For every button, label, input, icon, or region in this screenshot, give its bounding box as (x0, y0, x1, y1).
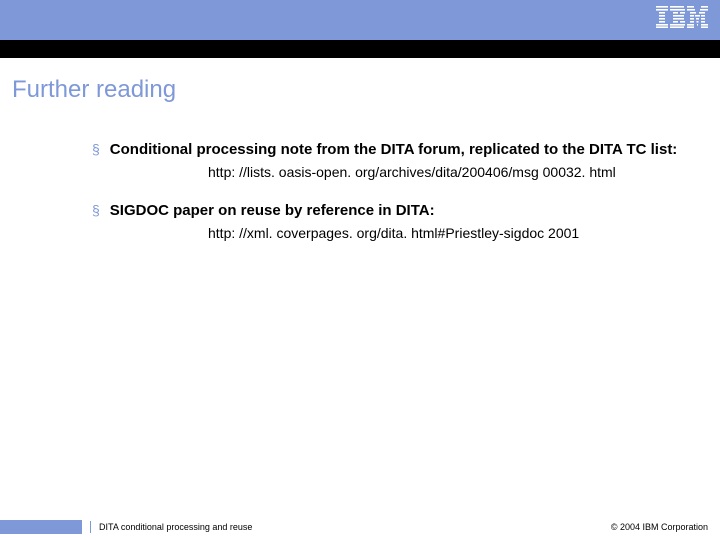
bullet-icon: § (92, 140, 100, 160)
footer-accent-block (0, 520, 82, 534)
footer-divider (90, 521, 91, 533)
slide-footer: DITA conditional processing and reuse © … (0, 514, 720, 540)
presentation-title: DITA conditional processing and reuse (99, 522, 252, 532)
copyright-text: © 2004 IBM Corporation (611, 522, 708, 532)
slide-title: Further reading (12, 76, 708, 104)
footer-left: DITA conditional processing and reuse (0, 514, 252, 540)
header-band (0, 0, 720, 40)
slide-content: Further reading § Conditional processing… (0, 58, 720, 244)
bullet-text: SIGDOC paper on reuse by reference in DI… (110, 201, 435, 221)
bullet-text: Conditional processing note from the DIT… (110, 140, 678, 160)
divider-strip (0, 40, 720, 58)
list-item: § SIGDOC paper on reuse by reference in … (92, 201, 678, 221)
ibm-logo (656, 6, 708, 28)
bullet-list: § Conditional processing note from the D… (12, 140, 708, 244)
bullet-link: http: //xml. coverpages. org/dita. html#… (92, 224, 678, 244)
bullet-icon: § (92, 201, 100, 221)
list-item: § Conditional processing note from the D… (92, 140, 678, 160)
bullet-link: http: //lists. oasis-open. org/archives/… (92, 163, 678, 183)
